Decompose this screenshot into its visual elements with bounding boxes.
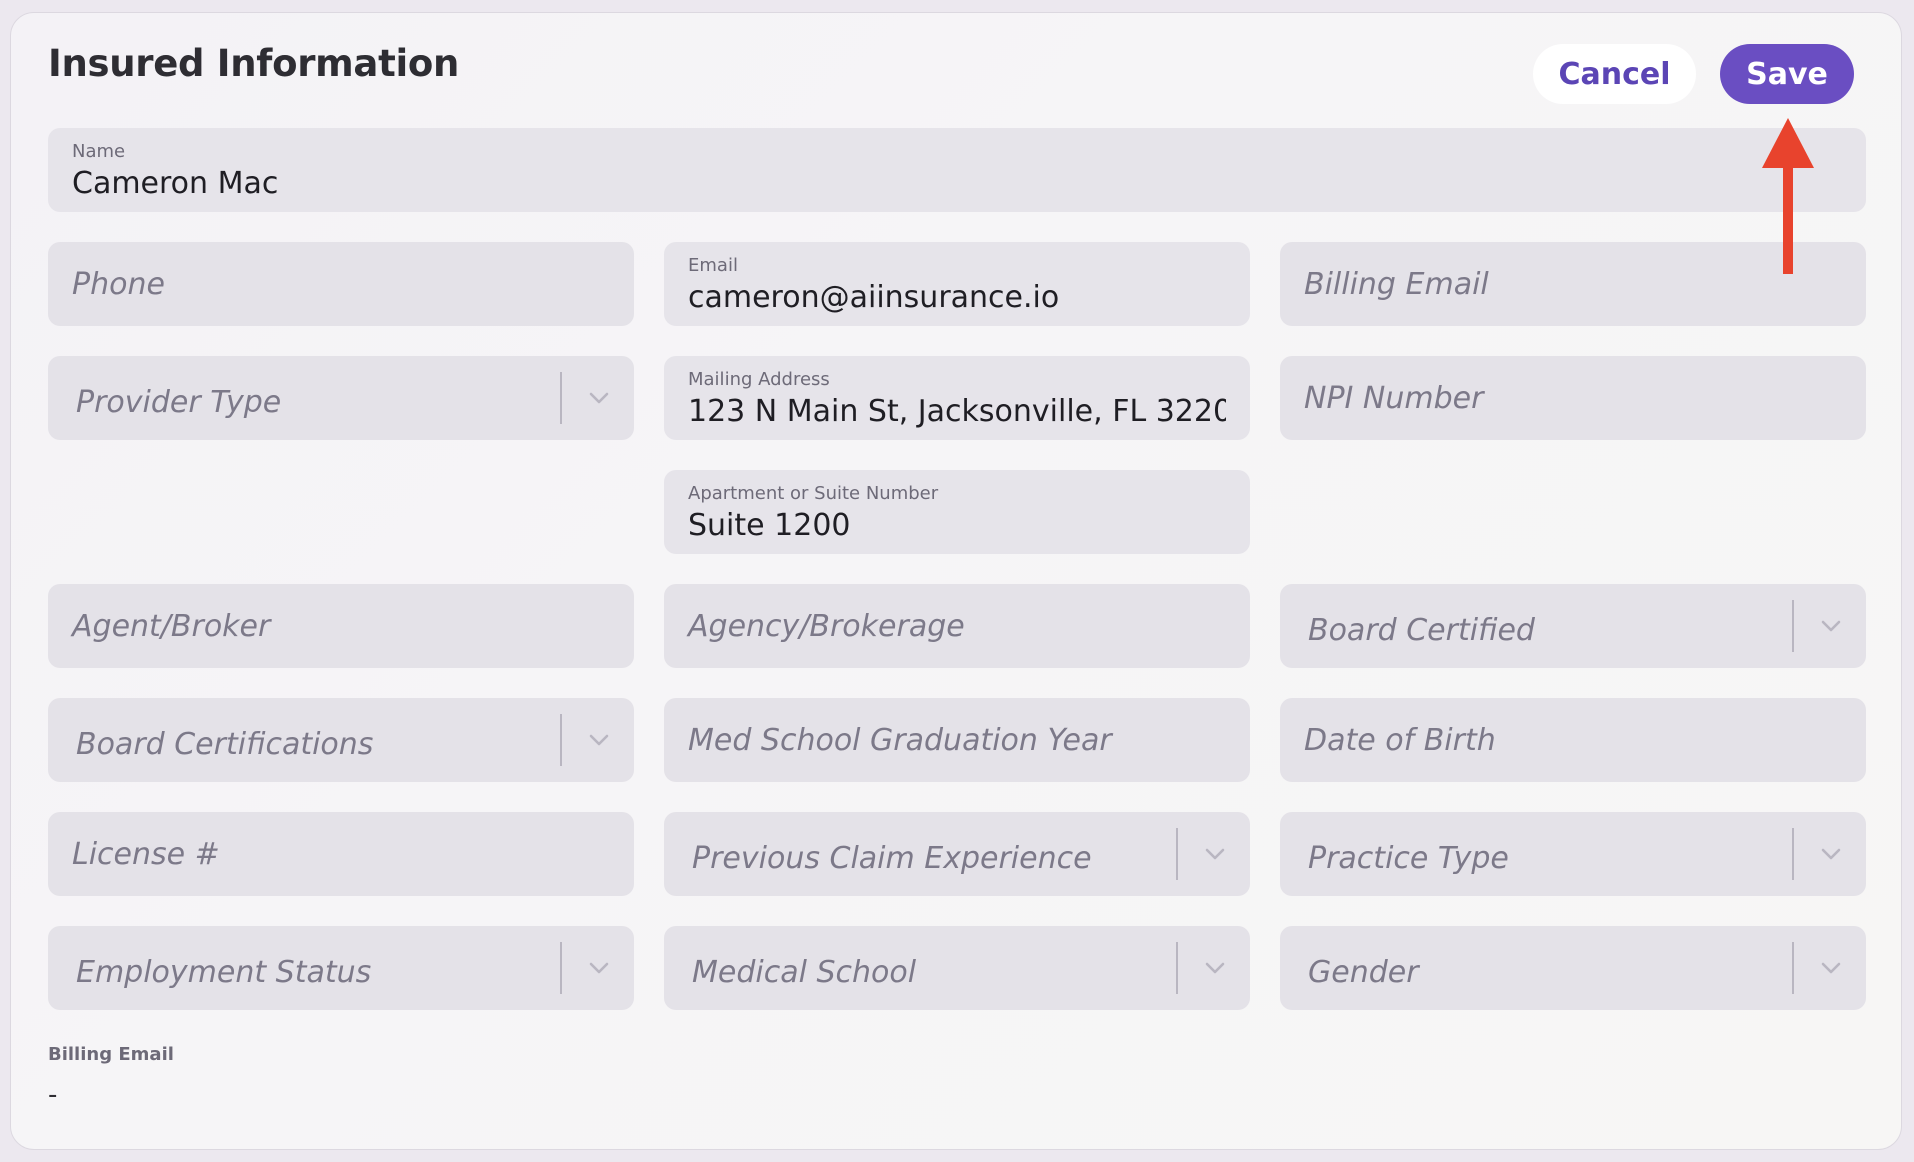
save-button[interactable]: Save [1720,44,1854,104]
apartment-suite-label: Apartment or Suite Number [688,483,939,504]
chevron-down-icon[interactable] [586,385,612,411]
license-field[interactable]: License # [48,812,634,896]
provider-type-placeholder: Provider Type [76,384,282,420]
mailing-address-value: 123 N Main St, Jacksonville, FL 32202, U [688,394,1226,429]
license-placeholder: License # [72,836,220,872]
gender-select[interactable]: Gender [1280,926,1866,1010]
agency-brokerage-field[interactable]: Agency/Brokerage [664,584,1250,668]
previous-claim-placeholder: Previous Claim Experience [692,840,1092,876]
chevron-down-icon[interactable] [1818,613,1844,639]
board-certified-select[interactable]: Board Certified [1280,584,1866,668]
date-of-birth-field[interactable]: Date of Birth [1280,698,1866,782]
medical-school-placeholder: Medical School [692,954,917,990]
mailing-address-field[interactable]: Mailing Address 123 N Main St, Jacksonvi… [664,356,1250,440]
phone-placeholder: Phone [72,266,165,302]
name-label: Name [72,141,126,162]
chevron-down-icon[interactable] [586,955,612,981]
previous-claim-select[interactable]: Previous Claim Experience [664,812,1250,896]
phone-field[interactable]: Phone [48,242,634,326]
chevron-down-icon[interactable] [1818,955,1844,981]
med-school-grad-year-field[interactable]: Med School Graduation Year [664,698,1250,782]
provider-type-select[interactable]: Provider Type [48,356,634,440]
board-certifications-placeholder: Board Certifications [76,726,374,762]
email-label: Email [688,255,738,276]
billing-email-placeholder: Billing Email [1304,266,1489,302]
chevron-down-icon[interactable] [586,727,612,753]
npi-number-placeholder: NPI Number [1304,380,1484,416]
med-school-grad-year-placeholder: Med School Graduation Year [688,722,1112,758]
board-certifications-select[interactable]: Board Certifications [48,698,634,782]
select-separator [1176,942,1178,994]
mailing-address-label: Mailing Address [688,369,830,390]
practice-type-select[interactable]: Practice Type [1280,812,1866,896]
select-separator [1792,942,1794,994]
select-separator [1792,828,1794,880]
employment-status-select[interactable]: Employment Status [48,926,634,1010]
select-separator [1176,828,1178,880]
name-field[interactable]: Name Cameron Mac [48,128,1866,212]
email-value: cameron@aiinsurance.io [688,280,1060,315]
medical-school-select[interactable]: Medical School [664,926,1250,1010]
email-field[interactable]: Email cameron@aiinsurance.io [664,242,1250,326]
npi-number-field[interactable]: NPI Number [1280,356,1866,440]
practice-type-placeholder: Practice Type [1308,840,1509,876]
employment-status-placeholder: Employment Status [76,954,372,990]
date-of-birth-placeholder: Date of Birth [1304,722,1496,758]
gender-placeholder: Gender [1308,954,1419,990]
cancel-button[interactable]: Cancel [1533,44,1696,104]
board-certified-placeholder: Board Certified [1308,612,1535,648]
chevron-down-icon[interactable] [1202,841,1228,867]
page-title: Insured Information [48,42,460,85]
select-separator [560,942,562,994]
agency-brokerage-placeholder: Agency/Brokerage [688,608,965,644]
agent-broker-placeholder: Agent/Broker [72,608,271,644]
select-separator [560,372,562,424]
red-arrow-up-icon [1762,118,1814,274]
agent-broker-field[interactable]: Agent/Broker [48,584,634,668]
chevron-down-icon[interactable] [1818,841,1844,867]
apartment-suite-value: Suite 1200 [688,508,851,543]
billing-email-readonly-label: Billing Email [48,1044,174,1065]
select-separator [1792,600,1794,652]
name-value: Cameron Mac [72,166,279,201]
apartment-suite-field[interactable]: Apartment or Suite Number Suite 1200 [664,470,1250,554]
select-separator [560,714,562,766]
billing-email-readonly-value: - [48,1080,58,1110]
chevron-down-icon[interactable] [1202,955,1228,981]
